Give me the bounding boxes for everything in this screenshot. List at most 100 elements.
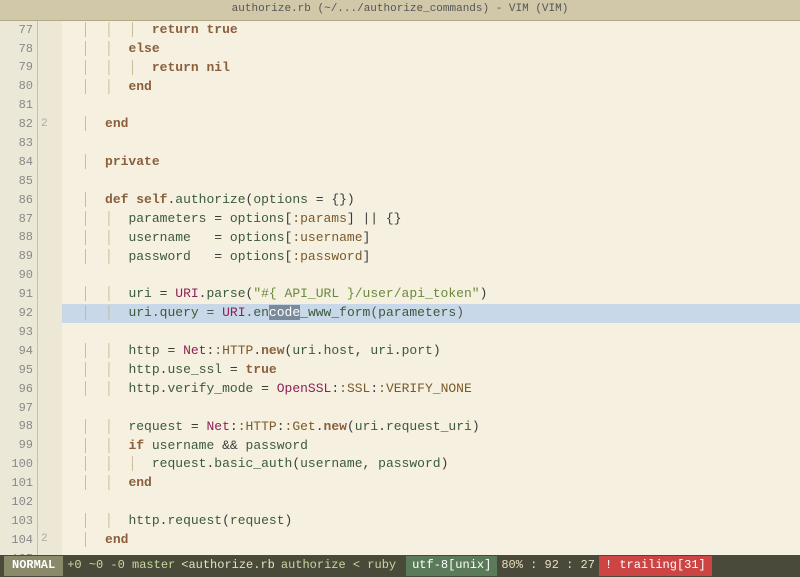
line-content: │ │ http.use_ssl = true [62, 361, 800, 380]
line-number: 82 [0, 115, 38, 134]
line-markers [38, 248, 62, 267]
line-markers [38, 304, 62, 323]
line-content: │ │ http = Net::HTTP.new(uri.host, uri.p… [62, 342, 800, 361]
line-number: 92 [0, 304, 38, 323]
line-content [62, 493, 800, 512]
status-position: 80% : 92 : 27 [501, 557, 595, 574]
line-number: 89 [0, 248, 38, 267]
line-content [62, 267, 800, 286]
code-line-92: 92 │ │ uri.query = URI.encode_www_form(p… [0, 304, 800, 323]
code-line-82: 822 │ end [0, 115, 800, 134]
status-mode: NORMAL [4, 556, 63, 575]
code-area[interactable]: 77 │ │ │ return true78 │ │ else79 │ │ │ … [0, 21, 800, 555]
line-number: 103 [0, 512, 38, 531]
code-line-100: 100 │ │ │ request.basic_auth(username, p… [0, 455, 800, 474]
line-content: │ │ │ return nil [62, 59, 800, 78]
line-number: 102 [0, 493, 38, 512]
line-content: │ │ else [62, 40, 800, 59]
line-number: 100 [0, 455, 38, 474]
status-bar: NORMAL +0 ~0 -0 master <authorize.rb aut… [0, 555, 800, 577]
code-line-77: 77 │ │ │ return true [0, 21, 800, 40]
line-markers [38, 493, 62, 512]
line-number: 78 [0, 40, 38, 59]
line-number: 84 [0, 153, 38, 172]
line-markers [38, 172, 62, 191]
line-number: 94 [0, 342, 38, 361]
line-content: │ │ end [62, 78, 800, 97]
line-content: │ │ end [62, 474, 800, 493]
line-content: │ │ password = options[:password] [62, 248, 800, 267]
code-line-89: 89 │ │ password = options[:password] [0, 248, 800, 267]
line-content: │ end [62, 531, 800, 550]
line-number: 90 [0, 267, 38, 286]
line-markers [38, 437, 62, 456]
line-markers [38, 399, 62, 418]
code-line-80: 80 │ │ end [0, 78, 800, 97]
code-line-99: 99 │ │ if username && password [0, 437, 800, 456]
line-content: │ │ uri.query = URI.encode_www_form(para… [62, 304, 800, 323]
code-line-78: 78 │ │ else [0, 40, 800, 59]
code-line-86: 86 │ def self.authorize(options = {}) [0, 191, 800, 210]
line-markers [38, 40, 62, 59]
code-line-81: 81 [0, 97, 800, 116]
line-number: 88 [0, 229, 38, 248]
line-content: │ │ │ request.basic_auth(username, passw… [62, 455, 800, 474]
code-line-98: 98 │ │ request = Net::HTTP::Get.new(uri.… [0, 418, 800, 437]
status-git: +0 ~0 -0 master [67, 557, 175, 574]
line-number: 83 [0, 134, 38, 153]
line-markers [38, 59, 62, 78]
line-content: │ │ if username && password [62, 437, 800, 456]
status-func: authorize < ruby [281, 557, 396, 574]
editor: authorize.rb (~/.../authorize_commands) … [0, 0, 800, 577]
line-markers [38, 474, 62, 493]
line-content [62, 134, 800, 153]
line-markers [38, 191, 62, 210]
line-content: │ │ │ return true [62, 21, 800, 40]
line-number: 80 [0, 78, 38, 97]
line-markers [38, 78, 62, 97]
line-number: 104 [0, 531, 38, 550]
line-number: 79 [0, 59, 38, 78]
line-content [62, 323, 800, 342]
line-number: 86 [0, 191, 38, 210]
status-trailing: ! trailing[31] [599, 556, 712, 575]
status-encoding: utf-8[unix] [406, 556, 497, 575]
line-markers [38, 380, 62, 399]
code-line-83: 83 [0, 134, 800, 153]
line-markers [38, 21, 62, 40]
line-number: 87 [0, 210, 38, 229]
code-line-84: 84 │ private [0, 153, 800, 172]
line-number: 95 [0, 361, 38, 380]
line-number: 91 [0, 285, 38, 304]
line-markers [38, 512, 62, 531]
line-number: 97 [0, 399, 38, 418]
code-line-88: 88 │ │ username = options[:username] [0, 229, 800, 248]
line-content: │ end [62, 115, 800, 134]
line-content [62, 172, 800, 191]
line-number: 81 [0, 97, 38, 116]
code-line-90: 90 [0, 267, 800, 286]
line-markers: 2 [38, 115, 62, 134]
line-content: │ def self.authorize(options = {}) [62, 191, 800, 210]
line-content [62, 399, 800, 418]
line-number: 77 [0, 21, 38, 40]
line-markers [38, 229, 62, 248]
status-file: <authorize.rb [181, 557, 275, 574]
line-content: │ │ parameters = options[:params] || {} [62, 210, 800, 229]
line-markers [38, 418, 62, 437]
line-markers [38, 455, 62, 474]
code-line-91: 91 │ │ uri = URI.parse("#{ API_URL }/use… [0, 285, 800, 304]
code-line-97: 97 [0, 399, 800, 418]
line-content: │ │ username = options[:username] [62, 229, 800, 248]
line-number: 99 [0, 437, 38, 456]
code-line-101: 101 │ │ end [0, 474, 800, 493]
title-text: authorize.rb (~/.../authorize_commands) … [232, 3, 569, 15]
line-markers [38, 342, 62, 361]
line-content [62, 97, 800, 116]
title-bar: authorize.rb (~/.../authorize_commands) … [0, 0, 800, 21]
code-line-95: 95 │ │ http.use_ssl = true [0, 361, 800, 380]
line-number: 85 [0, 172, 38, 191]
line-markers [38, 210, 62, 229]
code-line-85: 85 [0, 172, 800, 191]
line-content: │ │ http.verify_mode = OpenSSL::SSL::VER… [62, 380, 800, 399]
